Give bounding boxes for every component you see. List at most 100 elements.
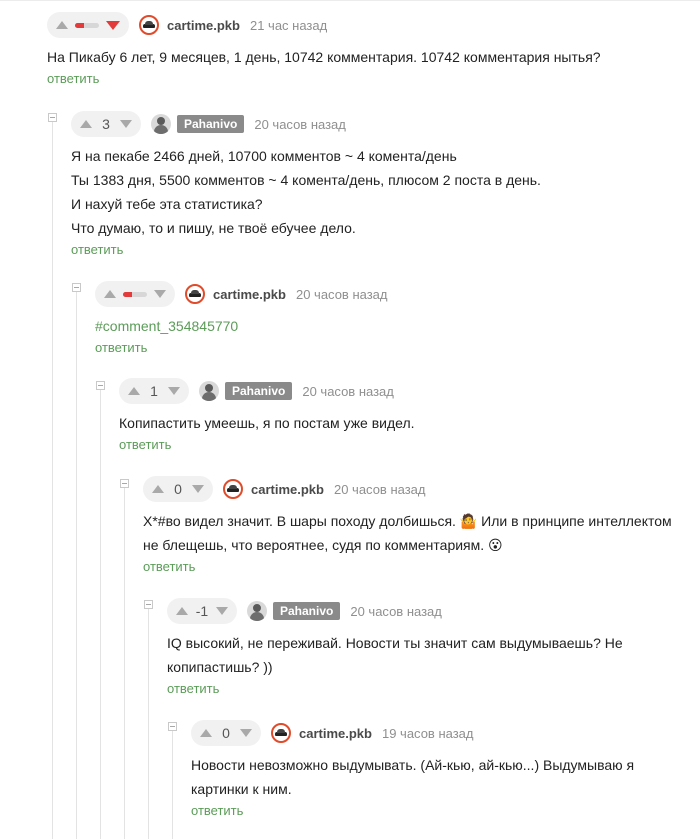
- comment-text: не блещешь, что вероятнее, судя по комме…: [143, 537, 503, 553]
- reply-link[interactable]: ответить: [95, 340, 685, 355]
- comment-header: 1 Pahanivo 20 часов назад: [119, 377, 689, 405]
- downvote-icon[interactable]: [168, 387, 180, 395]
- comment-header: 0 cartime.pkb 20 часов назад: [143, 475, 693, 503]
- username[interactable]: Pahanivo: [273, 602, 341, 620]
- username[interactable]: cartime.pkb: [213, 287, 286, 302]
- comment-body: Я на пекабе 2466 дней, 10700 комментов ~…: [71, 144, 691, 240]
- reply-link[interactable]: ответить: [47, 71, 687, 86]
- downvote-icon[interactable]: [120, 120, 132, 128]
- comment-header: cartime.pkb 21 час назад: [47, 11, 687, 39]
- comment-text: IQ высокий, не переживай. Новости ты зна…: [167, 635, 623, 651]
- avatar[interactable]: [151, 114, 171, 134]
- comment-body: Х*#во видел значит. В шары походу долбиш…: [143, 509, 693, 557]
- rating-value: 0: [222, 725, 230, 741]
- comment-header: -1 Pahanivo 20 часов назад: [167, 597, 692, 625]
- rating-value: -1: [195, 603, 209, 619]
- comment-text: Новости невозможно выдумывать. (Ай-кью, …: [191, 757, 635, 773]
- collapse-button[interactable]: [120, 479, 129, 488]
- reply-link[interactable]: ответить: [71, 242, 691, 257]
- upvote-icon[interactable]: [56, 21, 68, 29]
- thread-line[interactable]: [100, 390, 101, 839]
- vote-box: [47, 12, 129, 38]
- comment-text: копипастишь? )): [167, 659, 273, 675]
- rating-value: 1: [150, 383, 158, 399]
- downvote-icon[interactable]: [192, 485, 204, 493]
- comment: cartime.pkb 20 часов назад #comment_3548…: [95, 280, 685, 355]
- timestamp[interactable]: 21 час назад: [250, 18, 327, 33]
- upvote-icon[interactable]: [128, 387, 140, 395]
- vote-box: 0: [143, 476, 213, 502]
- collapse-button[interactable]: [96, 381, 105, 390]
- comment: 0 cartime.pkb 20 часов назад Х*#во видел…: [143, 475, 693, 574]
- comment: 0 cartime.pkb 19 часов назад Новости нев…: [191, 719, 691, 818]
- collapse-button[interactable]: [168, 722, 177, 731]
- comment-text: Копипастить умеешь, я по постам уже виде…: [119, 415, 415, 431]
- username[interactable]: Pahanivo: [225, 382, 293, 400]
- upvote-icon[interactable]: [152, 485, 164, 493]
- comment-text: На Пикабу 6 лет, 9 месяцев, 1 день, 1074…: [47, 49, 601, 65]
- username[interactable]: cartime.pkb: [167, 18, 240, 33]
- username[interactable]: cartime.pkb: [251, 482, 324, 497]
- rating-bar: [75, 22, 99, 28]
- rating-value: 3: [102, 116, 110, 132]
- comment-header: 3 Pahanivo 20 часов назад: [71, 110, 691, 138]
- reply-link[interactable]: ответить: [191, 803, 691, 818]
- thread-line[interactable]: [124, 488, 125, 839]
- comment-text: Что думаю, то и пишу, не твоё ебучее дел…: [71, 220, 356, 236]
- comment-text: Я на пекабе 2466 дней, 10700 комментов ~…: [71, 148, 457, 164]
- reply-link[interactable]: ответить: [143, 559, 693, 574]
- downvote-icon[interactable]: [154, 290, 166, 298]
- collapse-button[interactable]: [48, 113, 57, 122]
- vote-box: 3: [71, 111, 141, 137]
- thread-line[interactable]: [148, 609, 149, 839]
- downvote-icon[interactable]: [216, 607, 228, 615]
- timestamp[interactable]: 19 часов назад: [382, 726, 474, 741]
- rating-bar: [123, 291, 147, 297]
- rating-value: 0: [174, 481, 182, 497]
- avatar[interactable]: [271, 723, 291, 743]
- reply-link[interactable]: ответить: [167, 681, 692, 696]
- vote-box: 1: [119, 378, 189, 404]
- thread-line[interactable]: [52, 122, 53, 839]
- comment-text: картинки к ним.: [191, 781, 292, 797]
- upvote-icon[interactable]: [200, 729, 212, 737]
- comment: 3 Pahanivo 20 часов назад Я на пекабе 24…: [71, 110, 691, 257]
- username[interactable]: cartime.pkb: [299, 726, 372, 741]
- timestamp[interactable]: 20 часов назад: [350, 604, 442, 619]
- thread-line[interactable]: [172, 731, 173, 839]
- collapse-button[interactable]: [144, 600, 153, 609]
- comment-body: Копипастить умеешь, я по постам уже виде…: [119, 411, 689, 435]
- vote-box: 0: [191, 720, 261, 746]
- timestamp[interactable]: 20 часов назад: [334, 482, 426, 497]
- avatar[interactable]: [139, 15, 159, 35]
- avatar[interactable]: [223, 479, 243, 499]
- avatar[interactable]: [199, 381, 219, 401]
- downvote-icon[interactable]: [106, 20, 120, 30]
- thread-line[interactable]: [76, 292, 77, 839]
- username[interactable]: Pahanivo: [177, 115, 245, 133]
- avatar[interactable]: [247, 601, 267, 621]
- timestamp[interactable]: 20 часов назад: [296, 287, 388, 302]
- comment-body: IQ высокий, не переживай. Новости ты зна…: [167, 631, 692, 679]
- comment-body: #comment_354845770: [95, 314, 685, 338]
- comment-text: И нахуй тебе эта статистика?: [71, 196, 263, 212]
- upvote-icon[interactable]: [176, 607, 188, 615]
- comment-body: Новости невозможно выдумывать. (Ай-кью, …: [191, 753, 691, 801]
- upvote-icon[interactable]: [104, 290, 116, 298]
- timestamp[interactable]: 20 часов назад: [302, 384, 394, 399]
- comment: 1 Pahanivo 20 часов назад Копипастить ум…: [119, 377, 689, 452]
- top-divider: [0, 0, 700, 1]
- comment-body: На Пикабу 6 лет, 9 месяцев, 1 день, 1074…: [47, 45, 687, 69]
- timestamp[interactable]: 20 часов назад: [254, 117, 346, 132]
- upvote-icon[interactable]: [80, 120, 92, 128]
- comment: cartime.pkb 21 час назад На Пикабу 6 лет…: [47, 11, 687, 86]
- downvote-icon[interactable]: [240, 729, 252, 737]
- avatar[interactable]: [185, 284, 205, 304]
- reply-link[interactable]: ответить: [119, 437, 689, 452]
- collapse-button[interactable]: [72, 283, 81, 292]
- vote-box: -1: [167, 598, 237, 624]
- comment-anchor-link[interactable]: #comment_354845770: [95, 314, 685, 338]
- comment-header: cartime.pkb 20 часов назад: [95, 280, 685, 308]
- comment-header: 0 cartime.pkb 19 часов назад: [191, 719, 691, 747]
- comment: -1 Pahanivo 20 часов назад IQ высокий, н…: [167, 597, 692, 696]
